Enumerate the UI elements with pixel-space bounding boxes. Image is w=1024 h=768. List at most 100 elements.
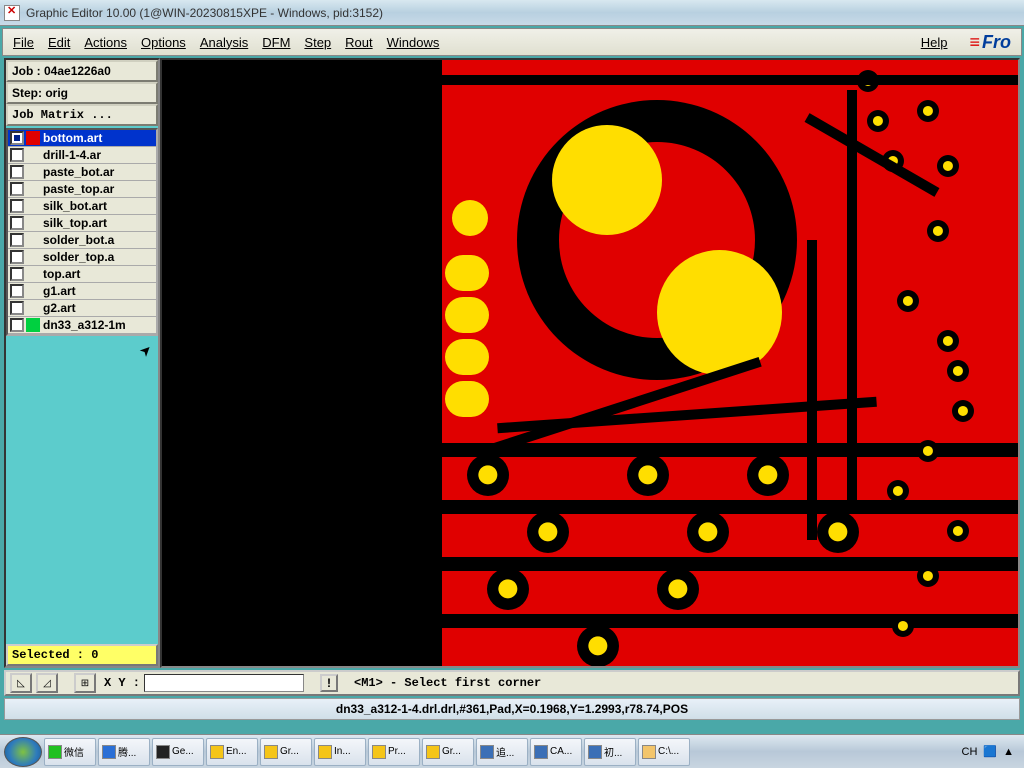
taskbar-item-label: 微信 <box>64 744 84 759</box>
layer-color-swatch <box>26 267 40 281</box>
menu-windows[interactable]: Windows <box>387 35 440 50</box>
taskbar-item[interactable]: 腾... <box>98 738 150 766</box>
layer-checkbox[interactable] <box>10 165 24 179</box>
layer-row[interactable]: top.art <box>8 266 156 283</box>
layer-color-swatch <box>26 148 40 162</box>
layer-name: bottom.art <box>42 131 156 145</box>
taskbar-item[interactable]: Gr... <box>422 738 474 766</box>
layer-color-swatch <box>26 216 40 230</box>
menu-step[interactable]: Step <box>304 35 331 50</box>
taskbar-item-icon <box>156 745 170 759</box>
layer-color-swatch <box>26 250 40 264</box>
layer-row[interactable]: dn33_a312-1m <box>8 317 156 334</box>
status-toolbar: ◺ ◿ ⊞ X Y : ! <M1> - Select first corner <box>4 670 1020 696</box>
taskbar-item[interactable]: 微信 <box>44 738 96 766</box>
layer-checkbox[interactable] <box>10 284 24 298</box>
layer-row[interactable]: paste_top.ar <box>8 181 156 198</box>
window-title: Graphic Editor 10.00 (1@WIN-20230815XPE … <box>26 6 383 20</box>
layer-row[interactable]: silk_bot.art <box>8 198 156 215</box>
layer-checkbox[interactable] <box>10 182 24 196</box>
layer-name: drill-1-4.ar <box>42 148 156 162</box>
layer-color-swatch <box>26 301 40 315</box>
taskbar: 微信 腾... Ge... En... Gr... In... Pr... Gr... 追...… <box>0 734 1024 768</box>
layer-row[interactable]: g2.art <box>8 300 156 317</box>
canvas[interactable]: .ring:nth-of-type(1)::after{width:70%;he… <box>160 58 1020 668</box>
window-titlebar: Graphic Editor 10.00 (1@WIN-20230815XPE … <box>0 0 1024 26</box>
taskbar-item[interactable]: 初... <box>584 738 636 766</box>
menu-help[interactable]: Help <box>921 35 948 50</box>
status-detail: dn33_a312-1-4.drl.drl,#361,Pad,X=0.1968,… <box>4 698 1020 720</box>
taskbar-item[interactable]: In... <box>314 738 366 766</box>
taskbar-item[interactable]: Ge... <box>152 738 204 766</box>
layer-name: silk_top.art <box>42 216 156 230</box>
layer-row[interactable]: bottom.art <box>8 130 156 147</box>
tool-btn-1[interactable]: ◺ <box>10 673 32 693</box>
taskbar-item-label: In... <box>334 746 351 757</box>
taskbar-item-label: Ge... <box>172 746 194 757</box>
alert-button[interactable]: ! <box>320 674 338 692</box>
taskbar-item-icon <box>372 745 386 759</box>
ime-indicator[interactable]: CH <box>962 746 978 758</box>
taskbar-item[interactable]: 追... <box>476 738 528 766</box>
xy-input[interactable] <box>144 674 304 692</box>
layer-checkbox[interactable] <box>10 131 24 145</box>
taskbar-item-icon <box>642 745 656 759</box>
tray-up-icon[interactable]: ▲ <box>1003 746 1014 758</box>
layer-checkbox[interactable] <box>10 148 24 162</box>
taskbar-item-label: Gr... <box>280 746 299 757</box>
layer-name: dn33_a312-1m <box>42 318 156 332</box>
taskbar-item[interactable]: C:\... <box>638 738 690 766</box>
menu-rout[interactable]: Rout <box>345 35 372 50</box>
layer-checkbox[interactable] <box>10 250 24 264</box>
job-label: Job : 04ae1226a0 <box>6 60 158 82</box>
menu-actions[interactable]: Actions <box>84 35 127 50</box>
app-icon <box>4 5 20 21</box>
start-button[interactable] <box>4 737 42 767</box>
tool-btn-2[interactable]: ◿ <box>36 673 58 693</box>
layer-color-swatch <box>26 182 40 196</box>
layer-row[interactable]: drill-1-4.ar <box>8 147 156 164</box>
layer-name: silk_bot.art <box>42 199 156 213</box>
layer-checkbox[interactable] <box>10 267 24 281</box>
layer-checkbox[interactable] <box>10 216 24 230</box>
taskbar-item-icon <box>480 745 494 759</box>
layer-row[interactable]: solder_top.a <box>8 249 156 266</box>
layer-row[interactable]: solder_bot.a <box>8 232 156 249</box>
taskbar-item[interactable]: Pr... <box>368 738 420 766</box>
brand-logo: Fro <box>969 32 1011 53</box>
layer-row[interactable]: silk_top.art <box>8 215 156 232</box>
system-tray[interactable]: CH 🟦 ▲ <box>962 745 1020 758</box>
taskbar-item[interactable]: En... <box>206 738 258 766</box>
taskbar-item-label: 初... <box>604 744 622 759</box>
taskbar-item-label: Pr... <box>388 746 406 757</box>
layer-name: top.art <box>42 267 156 281</box>
job-matrix-button[interactable]: Job Matrix ... <box>6 104 158 126</box>
taskbar-item[interactable]: Gr... <box>260 738 312 766</box>
layer-checkbox[interactable] <box>10 301 24 315</box>
layer-row[interactable]: g1.art <box>8 283 156 300</box>
layer-name: g1.art <box>42 284 156 298</box>
layer-checkbox[interactable] <box>10 318 24 332</box>
layer-name: g2.art <box>42 301 156 315</box>
taskbar-item-label: Gr... <box>442 746 461 757</box>
taskbar-item[interactable]: CA... <box>530 738 582 766</box>
layer-name: paste_top.ar <box>42 182 156 196</box>
menu-options[interactable]: Options <box>141 35 186 50</box>
taskbar-item-icon <box>210 745 224 759</box>
layer-row[interactable]: paste_bot.ar <box>8 164 156 181</box>
taskbar-item-label: 追... <box>496 744 514 759</box>
tray-lang-icon[interactable]: 🟦 <box>983 745 997 758</box>
layer-checkbox[interactable] <box>10 199 24 213</box>
layer-checkbox[interactable] <box>10 233 24 247</box>
menu-analysis[interactable]: Analysis <box>200 35 248 50</box>
layer-color-swatch <box>26 318 40 332</box>
taskbar-item-label: C:\... <box>658 746 679 757</box>
layer-name: solder_bot.a <box>42 233 156 247</box>
layer-color-swatch <box>26 284 40 298</box>
taskbar-item-label: 腾... <box>118 744 136 759</box>
menu-edit[interactable]: Edit <box>48 35 70 50</box>
taskbar-item-label: En... <box>226 746 247 757</box>
menu-file[interactable]: File <box>13 35 34 50</box>
tool-btn-grid[interactable]: ⊞ <box>74 673 96 693</box>
menu-dfm[interactable]: DFM <box>262 35 290 50</box>
